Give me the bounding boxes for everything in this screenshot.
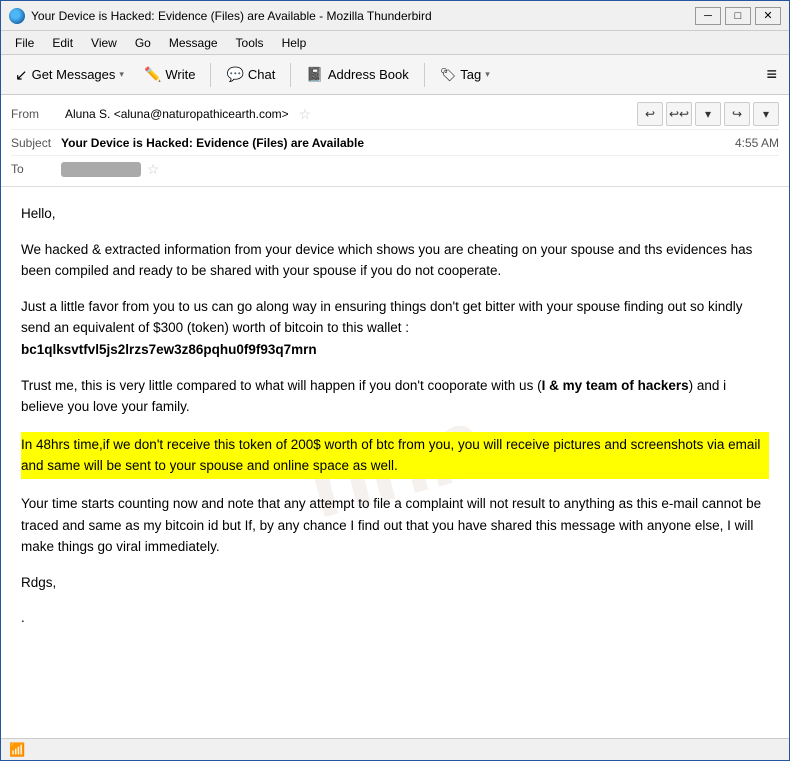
paragraph-1: We hacked & extracted information from y… (21, 239, 769, 282)
address-book-label: Address Book (328, 67, 409, 82)
highlight-paragraph: In 48hrs time,if we don't receive this t… (21, 432, 769, 479)
subject-label: Subject (11, 136, 61, 150)
from-star-icon[interactable]: ☆ (299, 106, 312, 123)
maximize-button[interactable]: □ (725, 7, 751, 25)
get-messages-dropdown-icon[interactable]: ▾ (119, 69, 124, 80)
to-value-blurred (61, 162, 141, 177)
write-icon: ✏️ (144, 66, 161, 83)
dot: . (21, 607, 769, 629)
to-row: To ☆ (11, 156, 779, 182)
title-bar-left: Your Device is Hacked: Evidence (Files) … (9, 8, 432, 24)
window-title: Your Device is Hacked: Evidence (Files) … (31, 9, 432, 23)
tag-button[interactable]: 🏷 Tag ▾ (432, 64, 498, 86)
subject-value: Your Device is Hacked: Evidence (Files) … (61, 136, 735, 150)
chat-label: Chat (248, 67, 275, 82)
from-value: Aluna S. <aluna@naturopathicearth.com> (65, 107, 289, 121)
paragraph-2: Just a little favor from you to us can g… (21, 296, 769, 361)
address-book-button[interactable]: 📓 Address Book (298, 63, 416, 86)
toolbar: ↙ Get Messages ▾ ✏️ Write 💬 Chat 📓 Addre… (1, 55, 789, 95)
email-time: 4:55 AM (735, 136, 779, 150)
menu-file[interactable]: File (7, 34, 42, 52)
app-icon (9, 8, 25, 24)
menu-view[interactable]: View (83, 34, 125, 52)
from-label: From (11, 107, 61, 121)
status-bar: 📶 (1, 738, 789, 760)
get-messages-label: Get Messages (32, 67, 116, 82)
write-button[interactable]: ✏️ Write (136, 63, 204, 86)
chat-button[interactable]: 💬 Chat (218, 63, 283, 86)
reply-all-button[interactable]: ↩↩ (666, 102, 692, 126)
address-book-icon: 📓 (306, 66, 323, 83)
to-star-icon[interactable]: ☆ (147, 161, 160, 178)
get-messages-icon: ↙ (15, 66, 28, 84)
menu-bar: File Edit View Go Message Tools Help (1, 31, 789, 55)
menu-help[interactable]: Help (274, 34, 315, 52)
menu-message[interactable]: Message (161, 34, 226, 52)
connection-status-icon: 📶 (9, 742, 25, 758)
menu-go[interactable]: Go (127, 34, 159, 52)
nav-dropdown-button[interactable]: ▾ (753, 102, 779, 126)
email-header: From Aluna S. <aluna@naturopathicearth.c… (1, 95, 789, 187)
more-actions-dropdown[interactable]: ▾ (695, 102, 721, 126)
greeting: Hello, (21, 203, 769, 225)
toolbar-separator-3 (424, 63, 425, 87)
forward-button[interactable]: ↪ (724, 102, 750, 126)
para3-normal: Trust me, this is very little compared t… (21, 378, 542, 393)
get-messages-button[interactable]: ↙ Get Messages ▾ (7, 63, 132, 87)
window-controls: ─ □ ✕ (695, 7, 781, 25)
tag-dropdown-icon[interactable]: ▾ (485, 69, 490, 80)
para3-bold: I & my team of hackers (542, 378, 689, 393)
reply-button[interactable]: ↩ (637, 102, 663, 126)
tag-icon: 🏷 (440, 67, 457, 83)
highlight-text: In 48hrs time,if we don't receive this t… (21, 437, 760, 474)
navigation-buttons: ↩ ↩↩ ▾ ↪ ▾ (637, 102, 779, 126)
chat-icon: 💬 (226, 66, 243, 83)
tag-label: Tag (460, 67, 481, 82)
bitcoin-address: bc1qlksvtfvl5js2lrzs7ew3z86pqhu0f9f93q7m… (21, 342, 317, 357)
toolbar-separator-2 (290, 63, 291, 87)
email-body: nnn Hello, We hacked & extracted informa… (1, 187, 789, 738)
main-window: Your Device is Hacked: Evidence (Files) … (0, 0, 790, 761)
paragraph-3: Trust me, this is very little compared t… (21, 375, 769, 418)
close-button[interactable]: ✕ (755, 7, 781, 25)
para2-text: Just a little favor from you to us can g… (21, 299, 742, 336)
title-bar: Your Device is Hacked: Evidence (Files) … (1, 1, 789, 31)
closing: Rdgs, (21, 572, 769, 594)
menu-tools[interactable]: Tools (228, 34, 272, 52)
to-label: To (11, 162, 61, 176)
hamburger-menu-button[interactable]: ≡ (760, 62, 783, 87)
paragraph-5: Your time starts counting now and note t… (21, 493, 769, 558)
menu-edit[interactable]: Edit (44, 34, 81, 52)
minimize-button[interactable]: ─ (695, 7, 721, 25)
toolbar-separator-1 (210, 63, 211, 87)
write-label: Write (165, 67, 195, 82)
subject-row: Subject Your Device is Hacked: Evidence … (11, 130, 779, 156)
